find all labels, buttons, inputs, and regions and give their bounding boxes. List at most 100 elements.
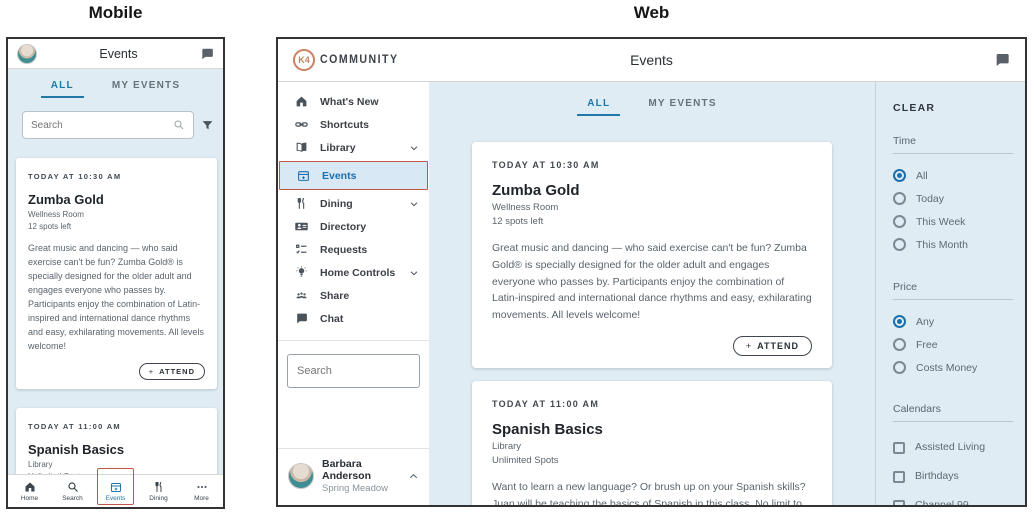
event-card-zumba-gold[interactable]: TODAY AT 10:30 AM Zumba Gold Wellness Ro… xyxy=(16,158,217,389)
sidebar-item-share[interactable]: Share xyxy=(278,284,429,307)
radio-label: Any xyxy=(916,315,935,328)
k4community-logo[interactable]: K4 COMMUNITY xyxy=(293,49,405,71)
plus-icon: + xyxy=(745,340,753,351)
event-location: Wellness Room xyxy=(28,210,84,219)
radio-time-all[interactable]: All xyxy=(893,169,1013,182)
chevron-down-icon[interactable] xyxy=(409,268,419,278)
event-time: TODAY AT 10:30 AM xyxy=(492,160,600,170)
clear-filters-button[interactable]: CLEAR xyxy=(893,102,1013,114)
sidebar-item-chat[interactable]: Chat xyxy=(278,307,429,330)
tab-all[interactable]: ALL xyxy=(577,98,621,116)
checklist-icon xyxy=(296,244,307,254)
nav-label: Events xyxy=(105,494,126,502)
radio-price-any[interactable]: Any xyxy=(893,315,1013,328)
radio-time-this-week[interactable]: This Week xyxy=(893,215,1013,228)
sidebar-item-label: Dining xyxy=(320,197,353,210)
attend-button[interactable]: + ATTEND xyxy=(732,335,812,356)
search-field[interactable] xyxy=(22,111,194,139)
sidebar-item-label: Library xyxy=(320,141,356,154)
tab-my-events[interactable]: MY EVENTS xyxy=(102,80,190,98)
mobile-bottom-nav: Home Search Events Dining More xyxy=(8,468,223,507)
event-location: Wellness Room xyxy=(492,202,559,213)
chevron-down-icon[interactable] xyxy=(409,199,419,209)
search-icon xyxy=(67,481,78,492)
home-icon xyxy=(25,482,34,491)
sidebar-item-home-controls[interactable]: Home Controls xyxy=(278,261,429,284)
events-tabs: ALL MY EVENTS xyxy=(429,98,875,116)
attend-row: + ATTEND xyxy=(492,335,812,356)
radio-label: All xyxy=(916,169,928,182)
nav-label: Search xyxy=(62,494,83,502)
radio-selected-icon xyxy=(893,169,906,182)
radio-label: This Month xyxy=(916,238,968,251)
radio-time-this-month[interactable]: This Month xyxy=(893,238,1013,251)
event-spots: 12 spots left xyxy=(492,216,544,227)
nav-label: More xyxy=(194,494,209,502)
nav-item-dining[interactable]: Dining xyxy=(137,475,180,507)
sidebar-item-whats-new[interactable]: What's New xyxy=(278,90,429,113)
event-spots: 12 spots left xyxy=(28,222,72,231)
tab-my-events[interactable]: MY EVENTS xyxy=(638,98,726,116)
event-card-zumba-gold[interactable]: TODAY AT 10:30 AM Zumba Gold Wellness Ro… xyxy=(472,142,832,368)
sidebar-item-shortcuts[interactable]: Shortcuts xyxy=(278,113,429,136)
event-time: TODAY AT 11:00 AM xyxy=(28,421,121,431)
radio-icon xyxy=(893,192,906,205)
checkbox-birthdays[interactable]: Birthdays xyxy=(893,470,1013,483)
web-app-frame: K4 COMMUNITY Events What's New Shortcuts… xyxy=(276,37,1027,507)
filter-section-price: Price xyxy=(893,281,1013,300)
radio-label: Today xyxy=(916,192,945,205)
nav-item-search[interactable]: Search xyxy=(51,475,94,507)
chat-icon[interactable] xyxy=(200,47,214,61)
nav-item-events[interactable]: Events xyxy=(94,468,137,507)
sidebar-item-events[interactable]: Events xyxy=(279,161,428,190)
event-description: Great music and dancing — who said exerc… xyxy=(28,243,204,351)
profile-community: Spring Meadow xyxy=(322,483,389,494)
chat-icon[interactable] xyxy=(994,52,1010,68)
avatar[interactable] xyxy=(17,43,37,64)
profile-name: Barbara Anderson xyxy=(322,458,372,482)
event-location: Library xyxy=(492,440,522,452)
checkbox-channel-99[interactable]: Channel 99 xyxy=(893,499,1013,506)
chevron-down-icon[interactable] xyxy=(409,143,419,153)
sidebar-item-dining[interactable]: Dining xyxy=(278,192,429,215)
radio-icon xyxy=(893,238,906,251)
tab-all[interactable]: ALL xyxy=(40,80,84,98)
checkbox-icon xyxy=(893,471,905,483)
sidebar-item-library[interactable]: Library xyxy=(278,136,429,159)
chat-icon xyxy=(297,313,307,324)
book-icon xyxy=(296,142,307,152)
nav-label: Home xyxy=(20,494,39,502)
checkbox-label: Assisted Living xyxy=(915,441,986,453)
search-icon xyxy=(173,119,185,131)
event-card-spanish-basics[interactable]: TODAY AT 11:00 AM Spanish Basics Library… xyxy=(472,380,832,505)
radio-time-today[interactable]: Today xyxy=(893,192,1013,205)
checkbox-label: Channel 99 xyxy=(915,499,969,506)
attend-button[interactable]: + ATTEND xyxy=(138,362,205,380)
dining-icon xyxy=(155,481,161,492)
sidebar-item-label: Requests xyxy=(320,243,368,256)
sidebar-item-directory[interactable]: Directory xyxy=(278,215,429,238)
radio-price-free[interactable]: Free xyxy=(893,338,1013,351)
sidebar-search-field[interactable] xyxy=(287,354,451,388)
avatar xyxy=(288,463,314,489)
filter-icon[interactable] xyxy=(201,119,214,132)
nav-item-home[interactable]: Home xyxy=(8,475,51,507)
mobile-app-header: Events xyxy=(8,39,223,69)
filter-section-calendars: Calendars xyxy=(893,403,1013,422)
mobile-section-heading: Mobile xyxy=(88,3,143,22)
radio-price-costs-money[interactable]: Costs Money xyxy=(893,361,1013,374)
sidebar-item-requests[interactable]: Requests xyxy=(278,238,429,261)
radio-label: Costs Money xyxy=(916,361,978,374)
nav-item-more[interactable]: More xyxy=(180,475,223,507)
chevron-up-icon[interactable] xyxy=(408,471,419,482)
radio-label: This Week xyxy=(916,215,966,228)
event-time: TODAY AT 11:00 AM xyxy=(492,398,600,409)
checkbox-assisted-living[interactable]: Assisted Living xyxy=(893,441,1013,454)
profile-row[interactable]: Barbara Anderson Spring Meadow xyxy=(278,448,429,505)
search-input[interactable] xyxy=(31,119,173,131)
more-dots-icon xyxy=(197,485,206,488)
sidebar-search-input[interactable] xyxy=(297,365,439,377)
sidebar-item-label: Home Controls xyxy=(320,266,396,279)
events-main-content: ALL MY EVENTS TODAY AT 10:30 AM Zumba Go… xyxy=(429,82,875,505)
